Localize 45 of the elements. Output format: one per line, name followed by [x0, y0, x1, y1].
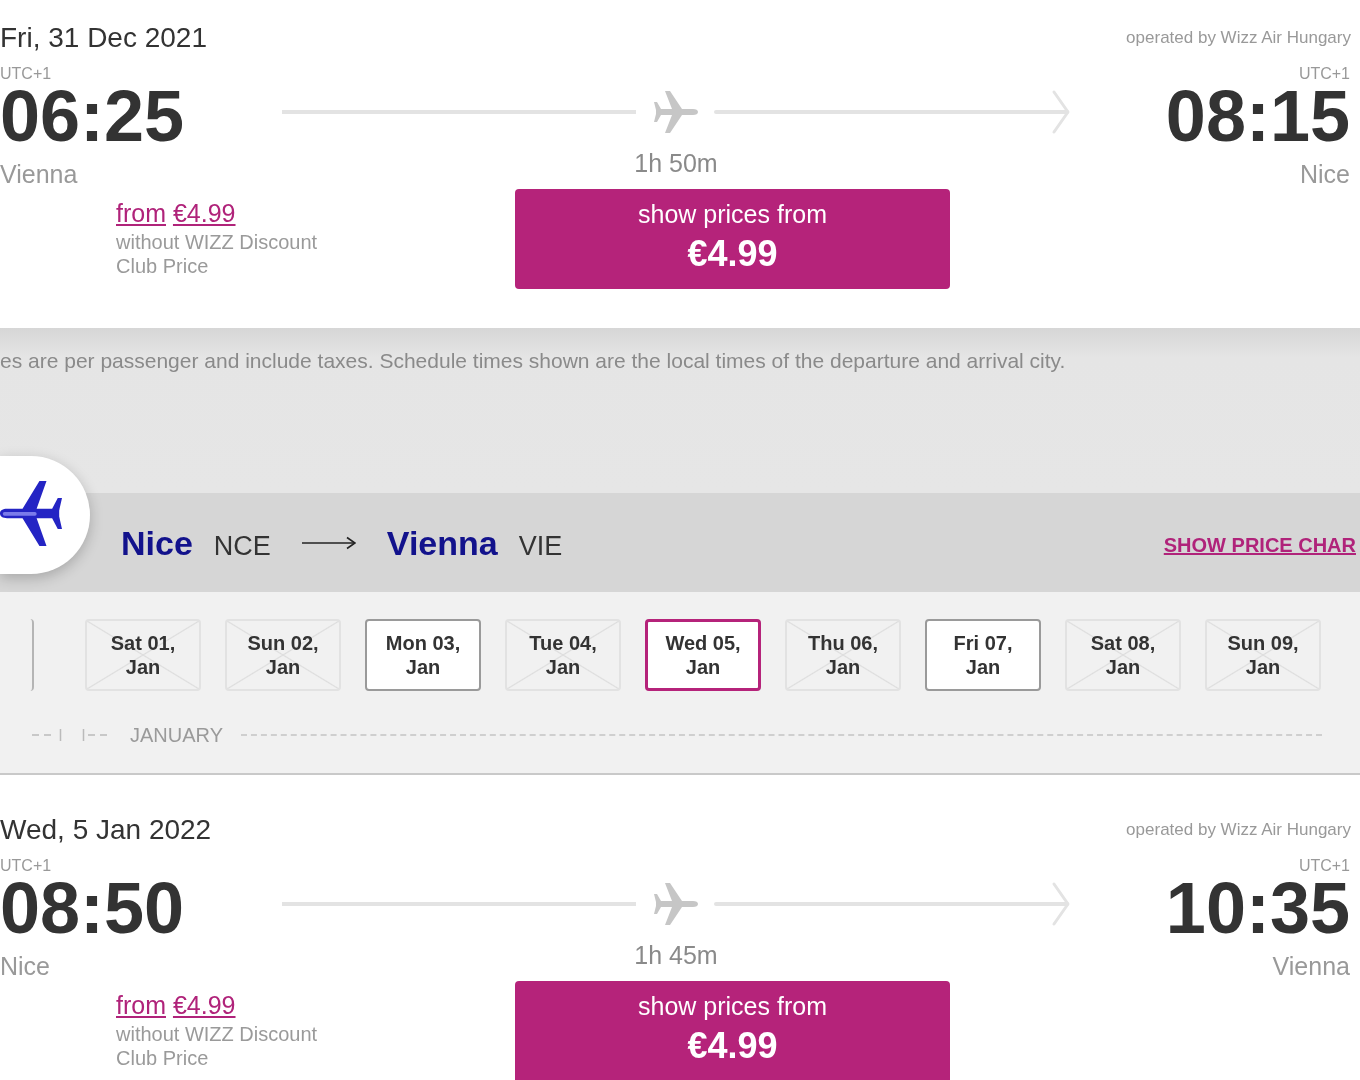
price-note: without WIZZ Discount Club Price — [116, 1022, 319, 1070]
show-prices-button[interactable]: show prices from €4.99 — [515, 189, 950, 289]
flight-duration: 1h 50m — [634, 148, 718, 178]
arrival-time: 10:35 — [1165, 878, 1350, 938]
destination-code: VIE — [518, 529, 563, 563]
from-price-link[interactable]: from €4.99 — [116, 198, 236, 228]
date-option[interactable]: Thu 06, Jan — [785, 619, 901, 691]
from-price-link[interactable]: from €4.99 — [116, 990, 236, 1020]
operator-label: operated by Wizz Air Hungary — [1126, 27, 1351, 49]
departure-time: 08:50 — [0, 878, 185, 938]
show-prices-button[interactable]: show prices from €4.99 — [515, 981, 950, 1080]
date-option[interactable]: Sat 08, Jan — [1065, 619, 1181, 691]
arrival-timezone: UTC+1 — [1298, 856, 1350, 876]
arrival-city: Vienna — [1272, 952, 1350, 980]
plane-icon — [0, 480, 62, 546]
route-arrow-icon — [301, 535, 356, 550]
date-option[interactable]: Wed 05, Jan — [645, 619, 761, 691]
date-option[interactable]: Mon 03, Jan — [365, 619, 481, 691]
price-chart-link[interactable]: SHOW PRICE CHAR — [1163, 531, 1356, 558]
flight-date: Wed, 5 Jan 2022 — [0, 813, 212, 847]
date-option[interactable]: Fri 07, Jan — [925, 619, 1041, 691]
month-boundary-icon — [32, 728, 62, 742]
operator-label: operated by Wizz Air Hungary — [1126, 819, 1351, 841]
origin-code: NCE — [213, 529, 271, 563]
month-label: JANUARY — [130, 723, 223, 747]
date-option[interactable]: Tue 04, Jan — [505, 619, 621, 691]
departure-timezone: UTC+1 — [0, 64, 52, 84]
date-option[interactable]: Sat 01, Jan — [85, 619, 201, 691]
origin-city: Nice — [121, 522, 193, 563]
flight-duration: 1h 45m — [634, 940, 718, 970]
date-option[interactable]: Sun 09, Jan — [1205, 619, 1321, 691]
notice-text: es are per passenger and include taxes. Schedule times shown are the local times of the departure and arrival city. — [0, 348, 1067, 374]
arrival-time: 08:15 — [1165, 86, 1350, 146]
departure-timezone: UTC+1 — [0, 856, 52, 876]
flight-date: Fri, 31 Dec 2021 — [0, 21, 207, 55]
arrival-city: Nice — [1300, 160, 1350, 188]
destination-city: Vienna — [386, 522, 498, 563]
price-note: without WIZZ Discount Club Price — [116, 230, 319, 278]
departure-city: Vienna — [0, 160, 78, 188]
arrival-timezone: UTC+1 — [1298, 64, 1350, 84]
departure-time: 06:25 — [0, 86, 185, 146]
date-option[interactable]: Sun 02, Jan — [225, 619, 341, 691]
plane-icon — [654, 91, 698, 133]
plane-icon — [654, 883, 698, 925]
departure-city: Nice — [0, 952, 50, 980]
